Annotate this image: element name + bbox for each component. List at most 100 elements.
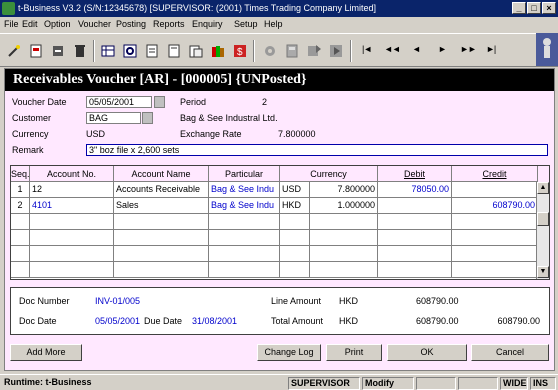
remark-field[interactable]: 3" boz file x 2,600 sets [86, 144, 548, 156]
empty-cell[interactable] [280, 230, 310, 246]
change-log-button[interactable]: Change Log [257, 344, 321, 361]
header-account-name[interactable]: Account Name [114, 166, 209, 182]
previous-record-button[interactable]: ◄ [412, 44, 421, 54]
customer-lookup-button[interactable] [142, 112, 153, 124]
empty-cell[interactable] [209, 230, 280, 246]
header-particular[interactable]: Particular [209, 166, 280, 182]
header-currency[interactable]: Currency [280, 166, 378, 182]
empty-cell[interactable] [452, 262, 538, 278]
row-2-account-no[interactable]: 4101 [30, 198, 114, 214]
row-2-credit[interactable]: 608790.00 [452, 198, 538, 214]
page-icon[interactable] [142, 41, 162, 61]
empty-cell[interactable] [452, 230, 538, 246]
empty-cell[interactable] [209, 262, 280, 278]
trash-icon[interactable] [70, 41, 90, 61]
empty-cell[interactable] [378, 262, 452, 278]
empty-cell[interactable] [114, 230, 209, 246]
empty-cell[interactable] [114, 214, 209, 230]
next-page-button[interactable]: ►► [460, 44, 477, 54]
menu-file[interactable]: File [4, 19, 19, 29]
empty-cell[interactable] [378, 246, 452, 262]
due-date-value[interactable]: 31/08/2001 [192, 316, 237, 326]
document-icon[interactable] [26, 41, 46, 61]
empty-cell[interactable] [280, 262, 310, 278]
row-2-debit[interactable] [378, 198, 452, 214]
previous-page-button[interactable]: ◄◄ [384, 44, 401, 54]
minimize-button[interactable]: _ [512, 2, 526, 14]
wand-icon[interactable] [4, 41, 24, 61]
empty-cell[interactable] [280, 246, 310, 262]
empty-cell[interactable] [310, 246, 378, 262]
ok-button[interactable]: OK [387, 344, 467, 361]
doc-date-value[interactable]: 05/05/2001 [95, 316, 140, 326]
empty-cell[interactable] [209, 214, 280, 230]
empty-cell[interactable] [114, 262, 209, 278]
voucher-date-field[interactable]: 05/05/2001 [86, 96, 152, 108]
header-credit[interactable]: Credit [452, 166, 538, 182]
menu-reports[interactable]: Reports [153, 19, 185, 29]
empty-cell[interactable] [310, 262, 378, 278]
grid-scrollbar[interactable]: ▲ ▼ [536, 182, 549, 279]
row-2-currency[interactable]: HKD [280, 198, 310, 214]
menu-posting[interactable]: Posting [116, 19, 146, 29]
add-more-button[interactable]: Add More [10, 344, 82, 361]
menu-setup[interactable]: Setup [234, 19, 258, 29]
cancel-button[interactable]: Cancel [471, 344, 549, 361]
row-1-credit[interactable] [452, 182, 538, 198]
paste-icon[interactable] [186, 41, 206, 61]
maximize-button[interactable]: □ [527, 2, 541, 14]
settings-icon[interactable] [260, 41, 280, 61]
scroll-up-button[interactable]: ▲ [537, 182, 549, 194]
run-icon[interactable] [326, 41, 346, 61]
row-1-currency[interactable]: USD [280, 182, 310, 198]
calculator-icon[interactable] [282, 41, 302, 61]
row-2-particular[interactable]: Bag & See Indu [209, 198, 280, 214]
row-1-debit[interactable]: 78050.00 [378, 182, 452, 198]
empty-cell[interactable] [452, 214, 538, 230]
header-account-no[interactable]: Account No. [30, 166, 114, 182]
row-1-particular[interactable]: Bag & See Indu [209, 182, 280, 198]
table-icon[interactable] [98, 41, 118, 61]
row-1-account-no[interactable]: 12 [30, 182, 114, 198]
last-record-button[interactable]: ►| [486, 44, 496, 54]
empty-cell[interactable] [378, 230, 452, 246]
close-button[interactable]: × [542, 2, 556, 14]
empty-cell[interactable] [310, 214, 378, 230]
menu-option[interactable]: Option [44, 19, 71, 29]
scroll-down-button[interactable]: ▼ [537, 266, 549, 278]
menu-help[interactable]: Help [264, 19, 283, 29]
menu-voucher[interactable]: Voucher [78, 19, 111, 29]
empty-cell[interactable] [280, 214, 310, 230]
date-picker-button[interactable] [154, 96, 165, 108]
doc-number-value[interactable]: INV-01/005 [95, 296, 140, 306]
empty-cell[interactable] [30, 262, 114, 278]
preview-icon[interactable] [120, 41, 140, 61]
dollar-icon[interactable]: $ [230, 41, 250, 61]
header-debit[interactable]: Debit [378, 166, 452, 182]
empty-cell[interactable] [452, 246, 538, 262]
export-icon[interactable] [304, 41, 324, 61]
next-record-button[interactable]: ► [438, 44, 447, 54]
row-1-account-name[interactable]: Accounts Receivable [114, 182, 209, 198]
empty-cell[interactable] [209, 246, 280, 262]
empty-cell[interactable] [30, 246, 114, 262]
menu-enquiry[interactable]: Enquiry [192, 19, 223, 29]
empty-cell[interactable] [378, 214, 452, 230]
books-icon[interactable] [208, 41, 228, 61]
empty-cell[interactable] [114, 246, 209, 262]
empty-cell[interactable] [30, 230, 114, 246]
first-record-button[interactable]: |◄ [362, 44, 372, 54]
row-1-rate[interactable]: 7.800000 [310, 182, 378, 198]
row-2-account-name[interactable]: Sales [114, 198, 209, 214]
copy-icon[interactable] [164, 41, 184, 61]
delete-icon[interactable] [48, 41, 68, 61]
scroll-thumb[interactable] [537, 212, 549, 226]
line-amount-value: 608790.00 [416, 296, 459, 306]
window-title: t-Business V3.2 (S/N:12345678) [SUPERVIS… [18, 3, 376, 13]
menu-edit[interactable]: Edit [22, 19, 38, 29]
print-button[interactable]: Print [326, 344, 382, 361]
empty-cell[interactable] [30, 214, 114, 230]
customer-code-field[interactable]: BAG [86, 112, 141, 124]
row-2-rate[interactable]: 1.000000 [310, 198, 378, 214]
empty-cell[interactable] [310, 230, 378, 246]
